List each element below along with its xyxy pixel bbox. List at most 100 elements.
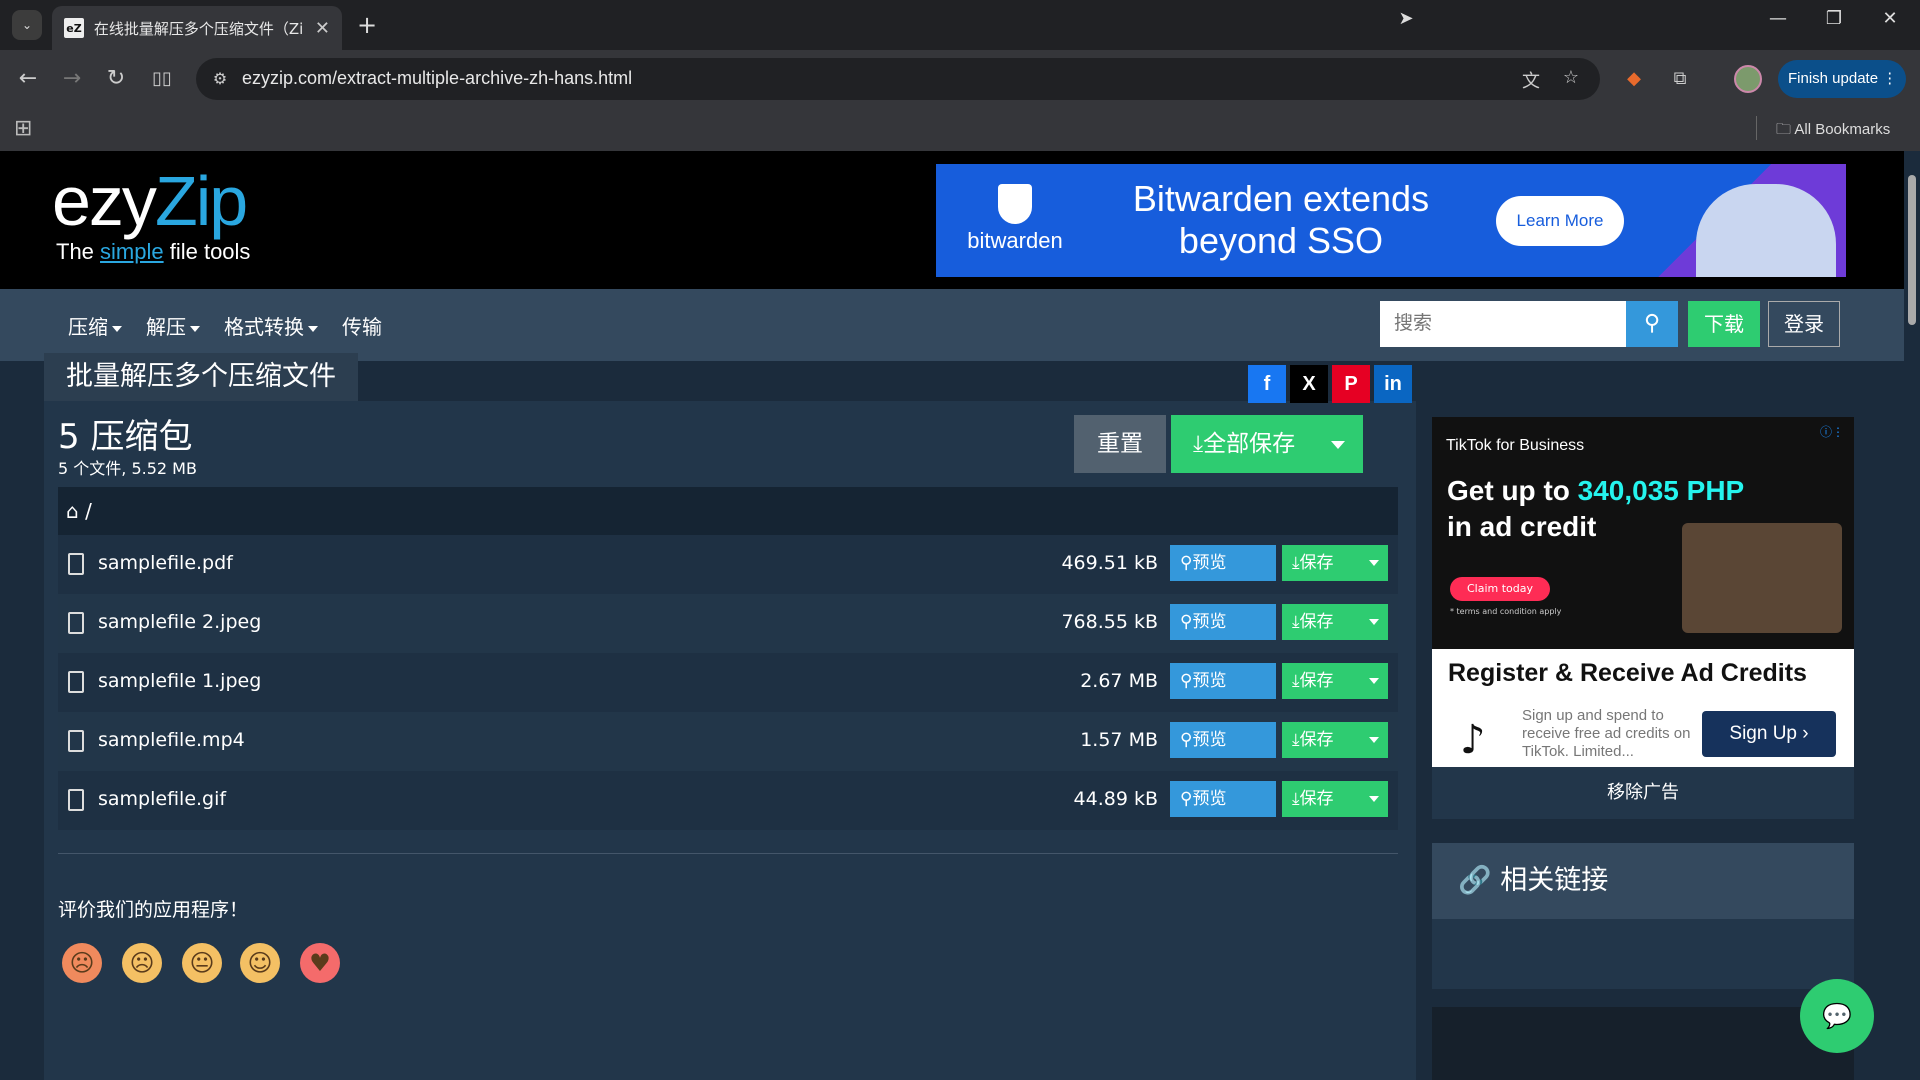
new-tab-button[interactable]: + [352,10,382,40]
reload-button[interactable]: ↻ [100,63,132,95]
save-dropdown-icon[interactable] [1369,737,1379,743]
preview-button[interactable]: ⚲预览 [1170,604,1276,640]
preview-button[interactable]: ⚲预览 [1170,781,1276,817]
file-name[interactable]: samplefile.mp4 [98,729,245,751]
rating-happy-icon[interactable]: ☺ [240,943,280,983]
nav-convert[interactable]: 格式转换 [224,311,318,340]
bookmark-star-icon[interactable]: ☆ [1558,67,1584,88]
site-info-icon[interactable]: ⚙ [208,67,232,91]
url-text[interactable]: ezyzip.com/extract-multiple-archive-zh-h… [242,68,632,89]
save-dropdown-icon[interactable] [1369,619,1379,625]
cursor-icon: ➤ [1398,8,1414,29]
address-bar[interactable]: ⚙ ezyzip.com/extract-multiple-archive-zh… [196,58,1600,100]
ad-learn-more-button[interactable]: Learn More [1496,196,1624,246]
extension-fox-icon[interactable]: ◆ [1619,64,1649,94]
file-row: samplefile 2.jpeg 768.55 kB ⚲预览 ⤓保存 [58,594,1398,653]
nav-transfer[interactable]: 传输 [342,311,382,340]
side-ad[interactable]: TikTok for Business Get up to 340,035 PH… [1432,417,1854,767]
reset-button[interactable]: 重置 [1074,415,1166,473]
share-x-icon[interactable]: X [1290,365,1328,403]
ad-people-image [1696,184,1836,277]
save-button[interactable]: ⤓保存 [1282,545,1388,581]
file-size: 469.51 kB [1061,552,1158,574]
nav-extract[interactable]: 解压 [146,311,200,340]
chevron-right-icon: › [1802,723,1809,744]
translate-icon[interactable]: 文 [1518,67,1544,93]
preview-button[interactable]: ⚲预览 [1170,722,1276,758]
save-all-button[interactable]: ⤓全部保存 [1171,415,1363,473]
save-button[interactable]: ⤓保存 [1282,663,1388,699]
file-size: 2.67 MB [1080,670,1158,692]
tab-strip: ⌄ eZ 在线批量解压多个压缩文件（Zi ✕ + ➤ — ❐ ✕ [0,0,1920,50]
file-name[interactable]: samplefile.pdf [98,552,233,574]
file-icon [68,789,84,811]
rating-love-icon[interactable]: ♥ [300,943,340,983]
save-dropdown-icon[interactable] [1369,796,1379,802]
download-button[interactable]: 下载 [1688,301,1760,347]
download-icon: ⤓ [1292,553,1300,573]
scrollbar[interactable] [1904,151,1920,1080]
extract-panel: 批量解压多个压缩文件 f X P in 5 压缩包 5 个文件, 5.52 MB… [44,353,1416,1080]
reading-mode-icon[interactable]: ▯▯ [146,63,178,95]
preview-label: 预览 [1192,730,1227,750]
save-all-dropdown-icon[interactable] [1331,441,1345,449]
finish-update-label: Finish update [1788,70,1879,87]
finish-update-button[interactable]: Finish update ⋮ [1778,60,1906,98]
all-bookmarks-button[interactable]: 🗀 All Bookmarks [1776,119,1890,144]
site-header: ezyZip The simple file tools bitwarden B… [0,151,1920,289]
search-icon: ⚲ [1180,730,1193,750]
save-button[interactable]: ⤓保存 [1282,722,1388,758]
tab-search-button[interactable]: ⌄ [12,10,42,40]
home-icon[interactable]: ⌂ [66,499,79,523]
tagline-mid: simple [100,239,164,264]
close-window-button[interactable]: ✕ [1872,8,1908,29]
file-icon [68,730,84,752]
rating-neutral-icon[interactable]: 😐 [182,943,222,983]
bookmarks-bar: ⊞ 🗀 All Bookmarks [0,108,1920,151]
ad-brand: bitwarden [967,228,1063,253]
save-dropdown-icon[interactable] [1369,560,1379,566]
extensions-puzzle-icon[interactable]: ⧉ [1665,64,1695,94]
forward-button[interactable]: → [56,63,88,95]
ad-signup-button[interactable]: Sign Up › [1702,711,1836,757]
chat-button[interactable]: 💬 [1800,979,1874,1053]
login-button[interactable]: 登录 [1768,301,1840,347]
top-banner-ad[interactable]: bitwarden Bitwarden extends beyond SSO L… [936,164,1846,277]
ad-choices-icon[interactable]: ⓘ⋮ [1820,423,1850,439]
tab-active[interactable]: eZ 在线批量解压多个压缩文件（Zi ✕ [52,6,342,50]
preview-button[interactable]: ⚲预览 [1170,663,1276,699]
file-name[interactable]: samplefile.gif [98,788,226,810]
share-linkedin-icon[interactable]: in [1374,365,1412,403]
apps-grid-icon[interactable]: ⊞ [14,116,32,141]
site-logo[interactable]: ezyZip [52,161,248,241]
save-button[interactable]: ⤓保存 [1282,604,1388,640]
nav-compress[interactable]: 压缩 [68,311,122,340]
minimize-button[interactable]: — [1760,8,1796,29]
related-links-title: 相关链接 [1500,865,1609,896]
profile-avatar[interactable] [1734,65,1762,93]
claim-today-button[interactable]: Claim today [1450,577,1550,601]
restore-button[interactable]: ❐ [1816,8,1852,29]
scrollbar-thumb[interactable] [1908,175,1916,325]
save-dropdown-icon[interactable] [1369,678,1379,684]
share-facebook-icon[interactable]: f [1248,365,1286,403]
search-button[interactable]: ⚲ [1626,301,1678,347]
main-nav: 压缩 解压 格式转换 传输 ⚲ 下载 登录 [0,289,1920,361]
file-icon [68,671,84,693]
file-name[interactable]: samplefile 1.jpeg [98,670,261,692]
remove-ads-link[interactable]: 移除广告 [1432,767,1854,819]
share-pinterest-icon[interactable]: P [1332,365,1370,403]
back-button[interactable]: ← [12,63,44,95]
rating-sad-icon[interactable]: ☹ [122,943,162,983]
save-button[interactable]: ⤓保存 [1282,781,1388,817]
archive-count-subtitle: 5 个文件, 5.52 MB [58,459,197,478]
chevron-down-icon [190,325,200,332]
search-input[interactable] [1380,301,1626,347]
preview-label: 预览 [1192,553,1227,573]
tab-close-icon[interactable]: ✕ [315,18,330,39]
shield-icon [998,184,1032,224]
preview-button[interactable]: ⚲预览 [1170,545,1276,581]
file-name[interactable]: samplefile 2.jpeg [98,611,261,633]
rating-angry-icon[interactable]: ☹ [62,943,102,983]
bookmark-divider [1756,116,1757,140]
